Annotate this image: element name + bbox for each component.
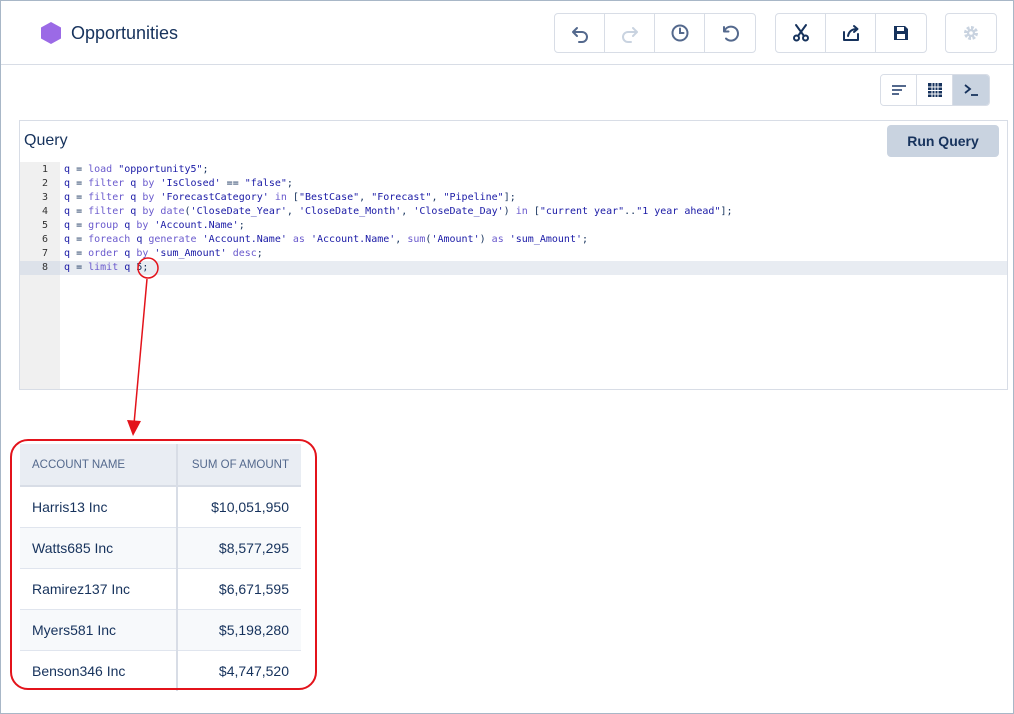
line-number: 3 (41, 192, 48, 203)
code-line[interactable]: 6 q = foreach q generate 'Account.Name' a… (20, 233, 1007, 247)
chart-view-icon (891, 85, 906, 95)
view-toggle (880, 74, 990, 106)
query-view-icon (964, 84, 978, 96)
edit-toolbar (775, 13, 927, 53)
gear-icon (964, 26, 978, 40)
reset-icon (723, 25, 739, 42)
line-number: 5 (41, 220, 48, 231)
redo-icon (621, 27, 638, 43)
code-line[interactable]: 7 q = order q by 'sum_Amount' desc; (20, 247, 1007, 261)
code-line[interactable]: 3 q = filter q by 'ForecastCategory' in [… (20, 191, 1007, 205)
save-button[interactable] (876, 14, 926, 52)
run-query-button[interactable]: Run Query (887, 125, 999, 157)
share-button[interactable] (826, 14, 876, 52)
settings-button[interactable] (946, 14, 996, 52)
code-text: q = filter q by 'IsClosed' == "false"; (64, 178, 293, 189)
code-text: q = filter q by date('CloseDate_Year', '… (64, 206, 733, 217)
code-text: q = filter q by 'ForecastCategory' in ["… (64, 192, 516, 203)
table-view-button[interactable] (917, 75, 953, 105)
query-label: Query (24, 132, 68, 149)
query-view-button[interactable] (953, 75, 989, 105)
redo-button[interactable] (605, 14, 655, 52)
query-panel: Query Run Query 1 q = load "opportunity5"… (19, 120, 1008, 390)
code-text: q = foreach q generate 'Account.Name' as… (64, 234, 589, 245)
table-view-icon (927, 83, 942, 97)
cut-button[interactable] (776, 14, 826, 52)
share-icon (842, 25, 859, 41)
code-line[interactable]: 1 q = load "opportunity5"; (20, 163, 1007, 177)
line-number: 6 (41, 234, 48, 245)
code-text: q = limit q 5; (64, 262, 149, 273)
history-icon (671, 24, 688, 42)
line-number: 8 (20, 261, 60, 275)
chart-view-button[interactable] (881, 75, 917, 105)
code-text: q = load "opportunity5"; (64, 164, 209, 175)
reset-button[interactable] (705, 14, 755, 52)
query-editor[interactable]: 1 q = load "opportunity5"; 2 q = filter q b… (20, 162, 1007, 389)
hexagon-app-icon (41, 22, 61, 44)
undo-button[interactable] (555, 14, 605, 52)
code-line[interactable]: 5 q = group q by 'Account.Name'; (20, 219, 1007, 233)
undo-icon (571, 27, 588, 43)
line-number: 2 (41, 178, 48, 189)
line-number: 1 (41, 164, 48, 175)
code-text: q = order q by 'sum_Amount' desc; (64, 248, 263, 259)
cut-icon (792, 24, 809, 42)
history-toolbar (554, 13, 756, 53)
history-button[interactable] (655, 14, 705, 52)
line-number: 4 (41, 206, 48, 217)
save-icon (894, 26, 908, 40)
code-line[interactable]: 8 q = limit q 5; (20, 261, 1007, 275)
settings-toolbar (945, 13, 997, 53)
code-text: q = group q by 'Account.Name'; (64, 220, 245, 231)
code-line[interactable]: 4 q = filter q by date('CloseDate_Year', … (20, 205, 1007, 219)
header: Opportunities (1, 1, 1013, 65)
annotation-highlight-box (10, 439, 317, 690)
code-line[interactable]: 2 q = filter q by 'IsClosed' == "false"; (20, 177, 1007, 191)
line-number: 7 (41, 248, 48, 259)
page-title: Opportunities (71, 23, 179, 43)
